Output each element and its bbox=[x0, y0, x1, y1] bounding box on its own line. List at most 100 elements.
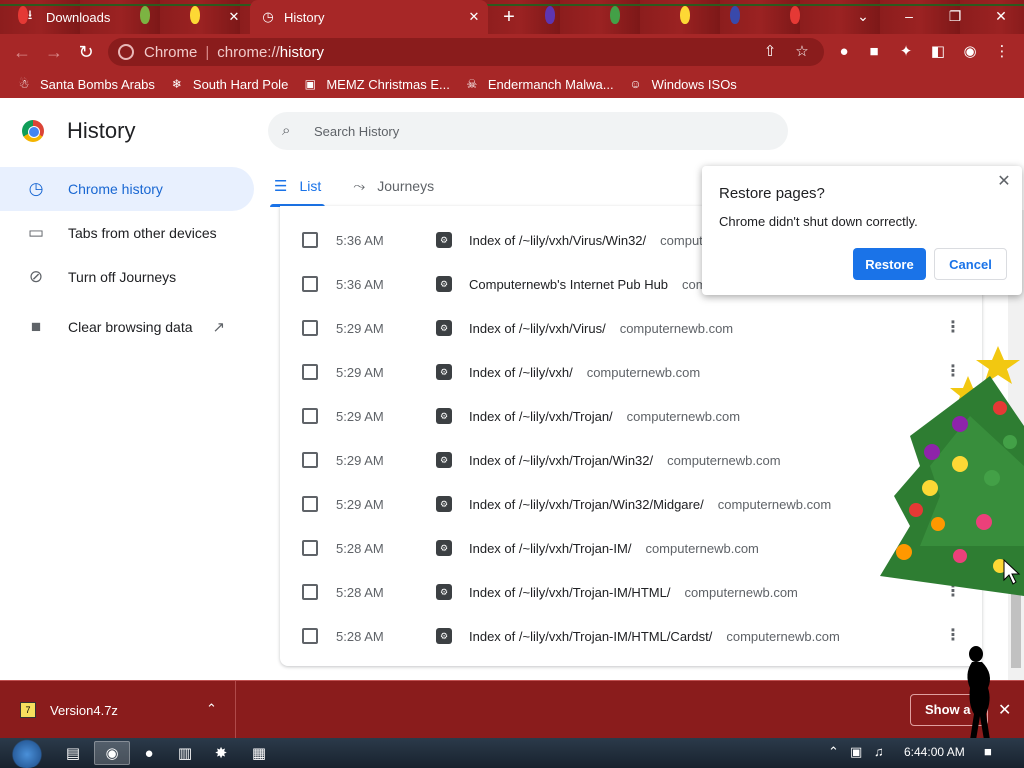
flag-extension-icon[interactable]: ● bbox=[834, 42, 854, 62]
url-scheme: chrome:// bbox=[217, 43, 280, 61]
history-row[interactable]: 5:29 AM ⚙ Index of /~lily/vxh/Trojan/Win… bbox=[280, 482, 982, 526]
sidebar-item-clear-browsing-data[interactable]: ■ Clear browsing data ↗ bbox=[0, 305, 254, 349]
visit-time: 5:29 AM bbox=[336, 452, 384, 468]
tab-journeys[interactable]: ⤳ Journeys bbox=[349, 166, 438, 206]
history-row[interactable]: 5:29 AM ⚙ Index of /~lily/vxh/Trojan/com… bbox=[280, 394, 982, 438]
ornament bbox=[984, 470, 1000, 486]
ornament bbox=[952, 456, 968, 472]
bookmark-item[interactable]: ☃ Santa Bombs Arabs bbox=[16, 76, 155, 92]
volume-icon[interactable]: ♫ bbox=[874, 744, 884, 759]
history-row[interactable]: 5:28 AM ⚙ Index of /~lily/vxh/Trojan-IM/… bbox=[280, 570, 982, 614]
history-link[interactable]: Index of /~lily/vxh/Trojan-IM/HTML/compu… bbox=[469, 585, 798, 600]
row-checkbox[interactable] bbox=[302, 628, 318, 644]
task-view-icon[interactable]: ▤ bbox=[60, 741, 86, 765]
row-checkbox[interactable] bbox=[302, 408, 318, 424]
history-row[interactable]: 5:28 AM ⚙ Index of /~lily/vxh/Trojan-IM/… bbox=[280, 614, 982, 658]
row-checkbox[interactable] bbox=[302, 320, 318, 336]
sidebar-item-label: Clear browsing data bbox=[68, 319, 193, 335]
bookmark-item[interactable]: ☺ Windows ISOs bbox=[628, 76, 736, 92]
visit-time: 5:29 AM bbox=[336, 320, 384, 336]
side-panel-icon[interactable]: ◧ bbox=[928, 42, 948, 62]
history-row[interactable]: 5:28 AM ⚙ Index of /~lily/vxh/Trojan-IM/… bbox=[280, 526, 982, 570]
paint-taskbar-icon[interactable]: ▦ bbox=[246, 741, 272, 765]
journeys-icon: ⤳ bbox=[353, 177, 366, 195]
chevron-up-icon[interactable]: ⌃ bbox=[206, 701, 217, 717]
show-hidden-icons-icon[interactable]: ⌃ bbox=[828, 744, 839, 760]
close-window-button[interactable]: ✕ bbox=[978, 0, 1024, 32]
close-icon[interactable]: ✕ bbox=[994, 172, 1014, 192]
search-input[interactable] bbox=[314, 123, 694, 139]
profile-avatar-icon[interactable]: ◉ bbox=[960, 42, 980, 62]
history-link[interactable]: Index of /~lily/vxh/Trojan/Win32/compute… bbox=[469, 453, 781, 468]
notifications-icon[interactable]: ■ bbox=[984, 744, 992, 759]
site-favicon-icon: ⚙ bbox=[436, 276, 452, 292]
close-icon[interactable]: ✕ bbox=[226, 9, 242, 25]
site-favicon-icon: ⚙ bbox=[436, 496, 452, 512]
tab-list[interactable]: ☰ List bbox=[270, 166, 326, 207]
open-in-new-icon: ↗ bbox=[212, 319, 226, 336]
ornament bbox=[976, 514, 992, 530]
history-row[interactable]: 5:29 AM ⚙ Index of /~lily/vxh/Virus/comp… bbox=[280, 306, 982, 350]
snowflake-icon: ❄ bbox=[171, 77, 182, 91]
tab-history[interactable]: ◷ History ✕ bbox=[250, 0, 488, 34]
tab-strip: ⭳ Downloads ✕ ◷ History ✕ + ⌄ – ❐ ✕ bbox=[0, 0, 1024, 34]
page-title-text: Index of /~lily/vxh/Virus/ bbox=[469, 320, 606, 336]
history-row[interactable]: 5:29 AM ⚙ Index of /~lily/vxh/Trojan/Win… bbox=[280, 438, 982, 482]
extension-s-icon[interactable]: ■ bbox=[864, 42, 884, 62]
tab-search-icon[interactable]: ⌄ bbox=[840, 0, 886, 32]
bookmark-item[interactable]: ▣ MEMZ Christmas E... bbox=[302, 76, 450, 92]
row-checkbox[interactable] bbox=[302, 364, 318, 380]
bookmark-item[interactable]: ❄ South Hard Pole bbox=[169, 76, 288, 92]
bookmark-item[interactable]: ☠ Endermanch Malwa... bbox=[464, 76, 613, 92]
close-icon[interactable]: ✕ bbox=[466, 9, 482, 25]
history-link[interactable]: Index of /~lily/vxh/Trojan-IM/computerne… bbox=[469, 541, 759, 556]
history-link[interactable]: Index of /~lily/vxh/Trojan/Win32/Midgare… bbox=[469, 497, 831, 512]
share-icon[interactable]: ⇧ bbox=[760, 42, 780, 62]
app-taskbar-icon[interactable]: ✸ bbox=[208, 741, 234, 765]
minimize-button[interactable]: – bbox=[886, 0, 932, 32]
restore-button[interactable]: Restore bbox=[853, 248, 926, 280]
extensions-puzzle-icon[interactable]: ✦ bbox=[896, 42, 916, 62]
row-checkbox[interactable] bbox=[302, 232, 318, 248]
close-icon[interactable]: ✕ bbox=[998, 700, 1011, 720]
tab-downloads[interactable]: ⭳ Downloads ✕ bbox=[12, 0, 248, 34]
restore-window-button[interactable]: ❐ bbox=[932, 0, 978, 32]
site-favicon-icon: ⚙ bbox=[436, 584, 452, 600]
menu-kebab-icon[interactable]: ⋮ bbox=[992, 42, 1012, 62]
more-actions-icon[interactable]: ⋮ bbox=[944, 627, 962, 645]
history-link[interactable]: Index of /~lily/vxh/Trojan/computernewb.… bbox=[469, 409, 740, 424]
download-item[interactable]: 7 Version4.7z ⌃ bbox=[0, 681, 236, 739]
history-link[interactable]: Index of /~lily/vxh/Virus/computernewb.c… bbox=[469, 321, 733, 336]
history-row[interactable]: 5:29 AM ⚙ Index of /~lily/vxh/computerne… bbox=[280, 350, 982, 394]
chrome-taskbar-icon[interactable]: ◉ bbox=[94, 741, 130, 765]
forward-button[interactable]: → bbox=[42, 40, 66, 64]
system-clock[interactable]: 6:44:00 AM bbox=[904, 745, 965, 759]
search-icon: ⌕ bbox=[282, 122, 291, 139]
address-bar[interactable]: Chrome | chrome:// history bbox=[108, 38, 824, 66]
row-checkbox[interactable] bbox=[302, 584, 318, 600]
site-favicon-icon: ⚙ bbox=[436, 452, 452, 468]
dancer-silhouette-decoration bbox=[967, 646, 990, 740]
bookmark-star-icon[interactable]: ☆ bbox=[792, 42, 812, 62]
reload-button[interactable]: ↻ bbox=[74, 40, 98, 64]
row-checkbox[interactable] bbox=[302, 540, 318, 556]
new-tab-button[interactable]: + bbox=[498, 6, 520, 28]
sidebar-item-turn-off-journeys[interactable]: ⊘ Turn off Journeys bbox=[0, 255, 254, 299]
cancel-button[interactable]: Cancel bbox=[934, 248, 1007, 280]
search-box[interactable]: ⌕ bbox=[268, 112, 788, 150]
domain-text: computernewb.com bbox=[667, 452, 781, 468]
history-link[interactable]: Index of /~lily/vxh/computernewb.com bbox=[469, 365, 700, 380]
sidebar-item-tabs-other-devices[interactable]: ▭ Tabs from other devices bbox=[0, 211, 254, 255]
row-checkbox[interactable] bbox=[302, 452, 318, 468]
firefox-taskbar-icon[interactable]: ● bbox=[136, 741, 162, 765]
more-actions-icon[interactable]: ⋮ bbox=[944, 319, 962, 337]
sidebar-item-chrome-history[interactable]: ◷ Chrome history bbox=[0, 167, 254, 211]
network-icon[interactable]: ▣ bbox=[850, 744, 862, 760]
history-link[interactable]: Index of /~lily/vxh/Trojan-IM/HTML/Cards… bbox=[469, 629, 840, 644]
start-button[interactable] bbox=[8, 738, 46, 768]
row-checkbox[interactable] bbox=[302, 496, 318, 512]
visit-time: 5:28 AM bbox=[336, 628, 384, 644]
row-checkbox[interactable] bbox=[302, 276, 318, 292]
file-explorer-icon[interactable]: ▥ bbox=[172, 741, 198, 765]
back-button[interactable]: ← bbox=[10, 40, 34, 64]
